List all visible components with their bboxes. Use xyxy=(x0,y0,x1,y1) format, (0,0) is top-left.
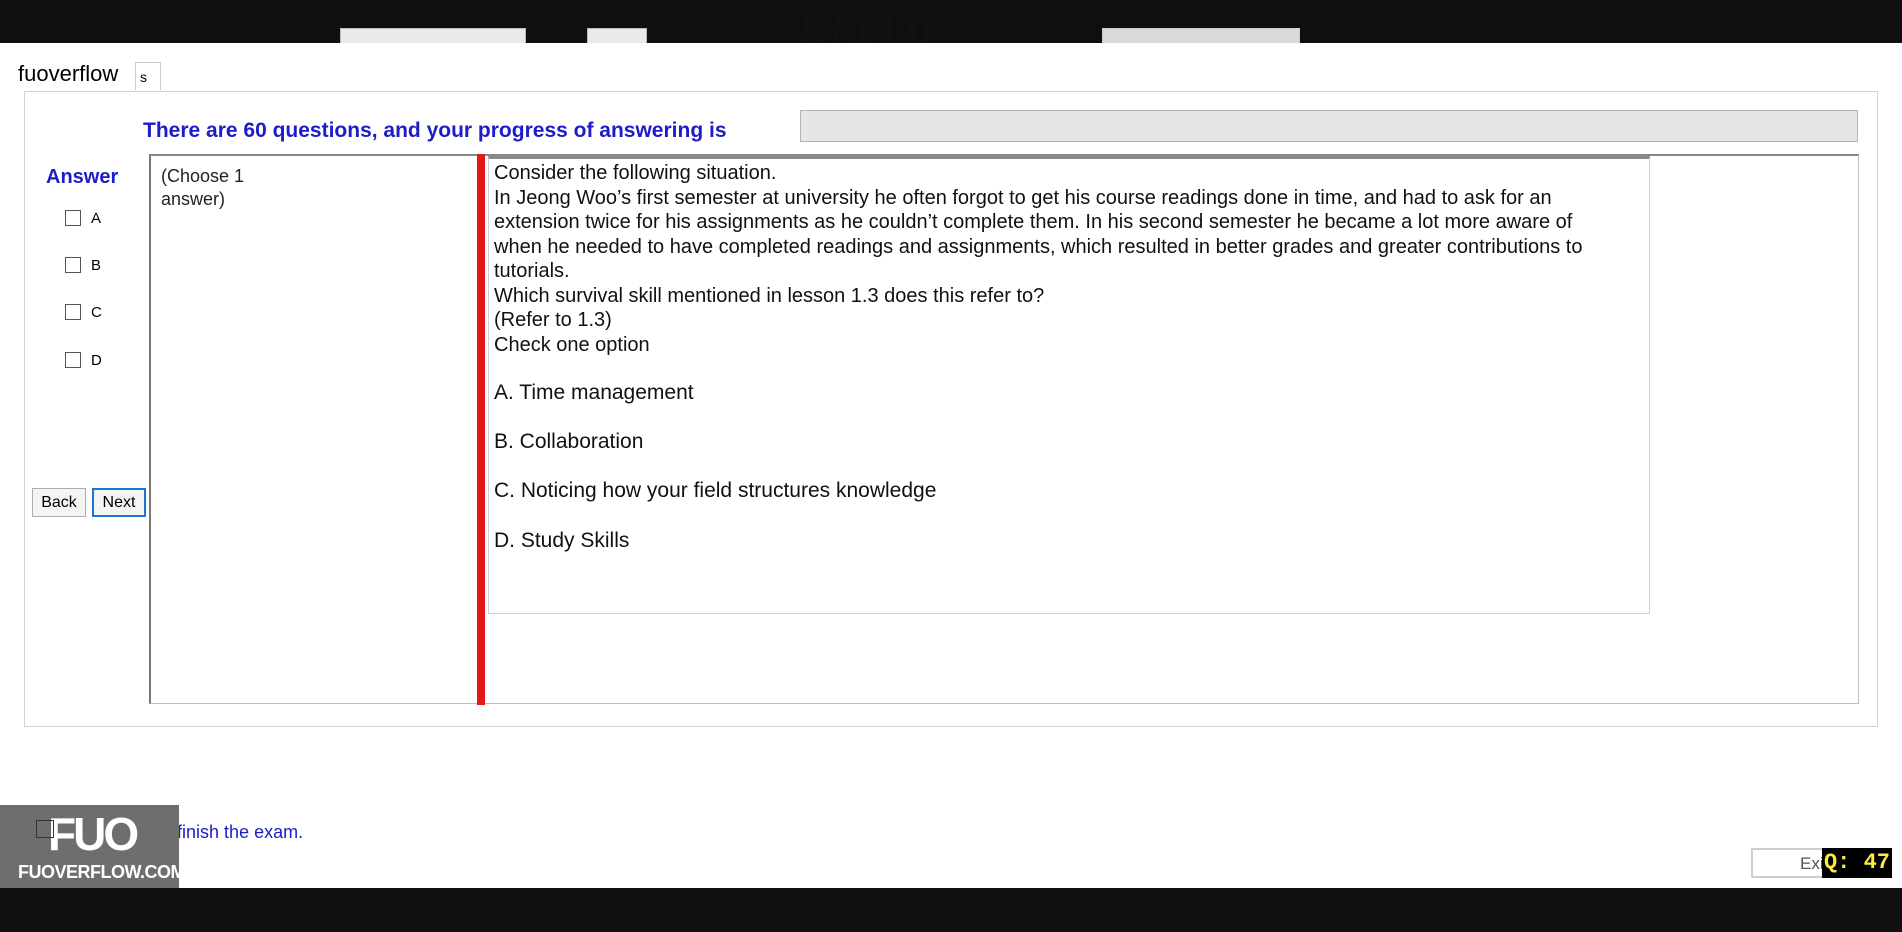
checkbox-a[interactable] xyxy=(65,210,81,226)
checkbox-d[interactable] xyxy=(65,352,81,368)
logo-mark: FUO xyxy=(48,808,139,860)
answer-option-b[interactable]: B xyxy=(65,255,101,275)
answer-option-d[interactable]: D xyxy=(65,350,102,370)
question-option-c: C. Noticing how your field structures kn… xyxy=(494,479,937,502)
checkbox-c[interactable] xyxy=(65,304,81,320)
question-number-badge: Q: 47 xyxy=(1822,848,1892,878)
progress-label: There are 60 questions, and your progres… xyxy=(143,119,727,142)
top-bar: 5/110 xyxy=(0,0,1902,43)
question-line: (Refer to 1.3) xyxy=(494,309,612,331)
question-line: In Jeong Woo’s first semester at univers… xyxy=(494,186,1583,283)
tab-questions[interactable]: s xyxy=(135,62,161,90)
header-field xyxy=(340,28,526,43)
question-option-b: B. Collaboration xyxy=(494,430,644,453)
question-line: Check one option xyxy=(494,333,650,356)
header-field xyxy=(587,28,647,43)
question-line: Which survival skill mentioned in lesson… xyxy=(494,284,1045,307)
brand-label: fuoverflow xyxy=(18,61,119,86)
checkbox-b[interactable] xyxy=(65,257,81,273)
bottom-bar xyxy=(0,888,1902,932)
fuoverflow-logo: FUO FUOVERFLOW.COM xyxy=(0,805,186,888)
progress-bar xyxy=(800,110,1858,142)
next-button[interactable]: Next xyxy=(92,488,146,517)
question-option-a: A. Time management xyxy=(494,381,694,404)
answer-option-label: C xyxy=(91,303,102,321)
question-option-d: D. Study Skills xyxy=(494,529,630,552)
back-button[interactable]: Back xyxy=(32,488,86,517)
logo-text: FUOVERFLOW.COM xyxy=(18,862,186,882)
header-title-partial: 5/110 xyxy=(800,7,938,44)
finish-checkbox[interactable] xyxy=(36,820,54,838)
question-line: Consider the following situation. xyxy=(494,162,777,184)
answer-option-label: A xyxy=(91,209,102,227)
question-text: Consider the following situation. In Jeo… xyxy=(494,161,1614,357)
answer-title: Answer xyxy=(46,166,119,188)
choose-instruction: (Choose 1 answer) xyxy=(161,166,245,209)
answer-option-a[interactable]: A xyxy=(65,208,101,228)
header-pattern xyxy=(1102,28,1300,43)
answer-option-c[interactable]: C xyxy=(65,302,102,322)
answer-option-label: B xyxy=(91,256,102,274)
panel-divider[interactable] xyxy=(477,154,485,705)
answer-option-label: D xyxy=(91,351,102,369)
